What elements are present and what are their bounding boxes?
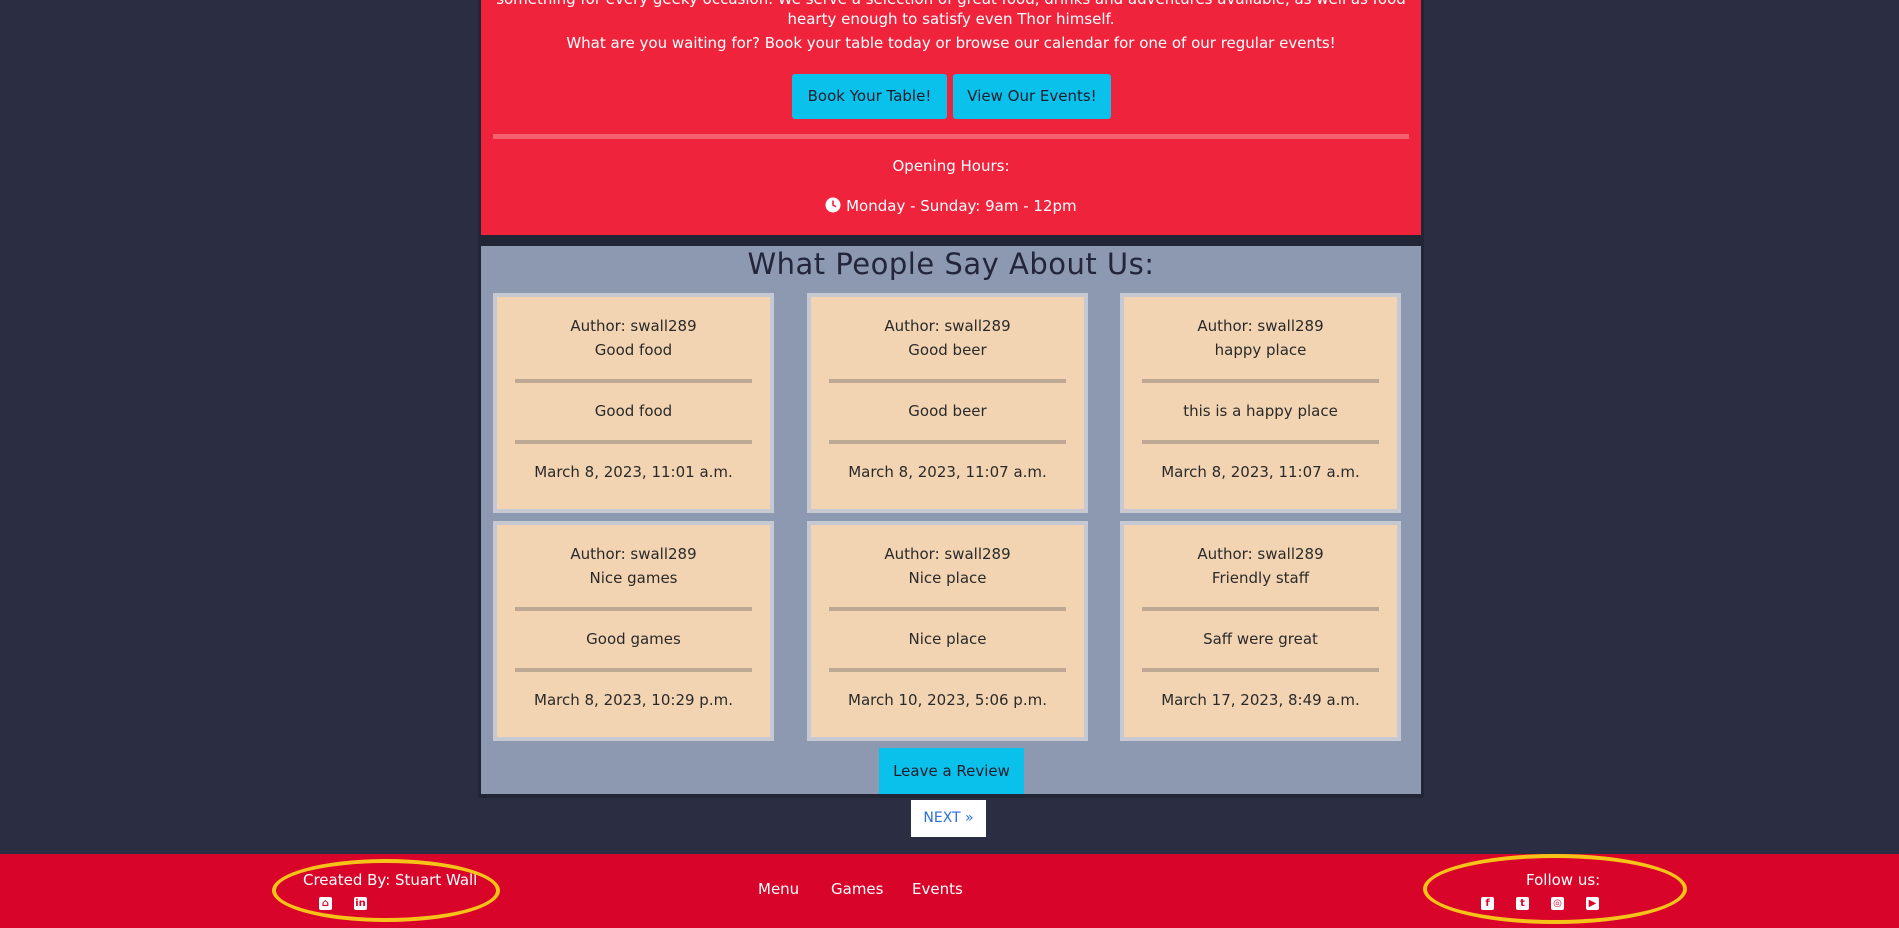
review-title: Good food [594,341,673,359]
review-divider [829,607,1066,611]
footer-nav-games[interactable]: Games [831,880,883,898]
review-title: Nice games [589,569,678,587]
review-body: Nice place [908,630,987,648]
hero-section: something for every geeky occasion. We s… [481,0,1421,235]
review-card: Author: swall289 Friendly staff Saff wer… [1120,521,1401,741]
review-divider [829,440,1066,444]
review-date: March 8, 2023, 11:07 a.m. [848,463,1047,481]
view-events-button[interactable]: View Our Events! [953,74,1111,119]
review-divider [829,379,1066,383]
review-title: Friendly staff [1211,569,1310,587]
review-date: March 8, 2023, 11:07 a.m. [1161,463,1360,481]
review-body: this is a happy place [1183,402,1338,420]
review-body: Good games [586,630,681,648]
review-body: Good beer [908,402,987,420]
opening-hours-heading: Opening Hours: [892,157,1010,175]
review-title: happy place [1214,341,1307,359]
hero-divider [493,134,1409,139]
review-body: Saff were great [1203,630,1318,648]
review-author: Author: swall289 [570,317,697,335]
review-date: March 10, 2023, 5:06 p.m. [848,691,1047,709]
footer-nav-events[interactable]: Events [912,880,963,898]
review-author: Author: swall289 [884,545,1011,563]
review-title: Nice place [908,569,987,587]
hero-text-3: What are you waiting for? Book your tabl… [566,34,1336,52]
review-body: Good food [594,402,673,420]
reviews-heading: What People Say About Us: [747,247,1155,281]
next-page-link[interactable]: NEXT » [911,800,986,837]
clock-icon [825,197,841,213]
review-divider [1142,379,1379,383]
review-card: Author: swall289 Nice place Nice place M… [807,521,1088,741]
hero-text-cut: something for every geeky occasion. We s… [481,0,1421,8]
review-divider [515,668,752,672]
review-date: March 8, 2023, 10:29 p.m. [534,691,733,709]
highlight-ellipse-right [1423,854,1687,924]
review-author: Author: swall289 [1197,317,1324,335]
opening-hours: Monday - Sunday: 9am - 12pm [481,197,1421,215]
review-divider [1142,440,1379,444]
review-divider [1142,668,1379,672]
hero-text-2: hearty enough to satisfy even Thor himse… [787,10,1115,28]
review-card: Author: swall289 Good food Good food Mar… [493,293,774,513]
review-divider [515,379,752,383]
review-divider [1142,607,1379,611]
review-divider [515,440,752,444]
review-date: March 8, 2023, 11:01 a.m. [534,463,733,481]
review-divider [515,607,752,611]
review-author: Author: swall289 [1197,545,1324,563]
book-table-button[interactable]: Book Your Table! [792,74,947,119]
review-card: Author: swall289 happy place this is a h… [1120,293,1401,513]
review-title: Good beer [908,341,987,359]
review-author: Author: swall289 [884,317,1011,335]
review-divider [829,668,1066,672]
opening-hours-text: Monday - Sunday: 9am - 12pm [846,197,1077,215]
review-card: Author: swall289 Good beer Good beer Mar… [807,293,1088,513]
leave-review-button[interactable]: Leave a Review [879,748,1024,794]
review-card: Author: swall289 Nice games Good games M… [493,521,774,741]
footer-nav-menu[interactable]: Menu [758,880,799,898]
review-author: Author: swall289 [570,545,697,563]
review-date: March 17, 2023, 8:49 a.m. [1161,691,1360,709]
highlight-ellipse-left [272,859,500,922]
